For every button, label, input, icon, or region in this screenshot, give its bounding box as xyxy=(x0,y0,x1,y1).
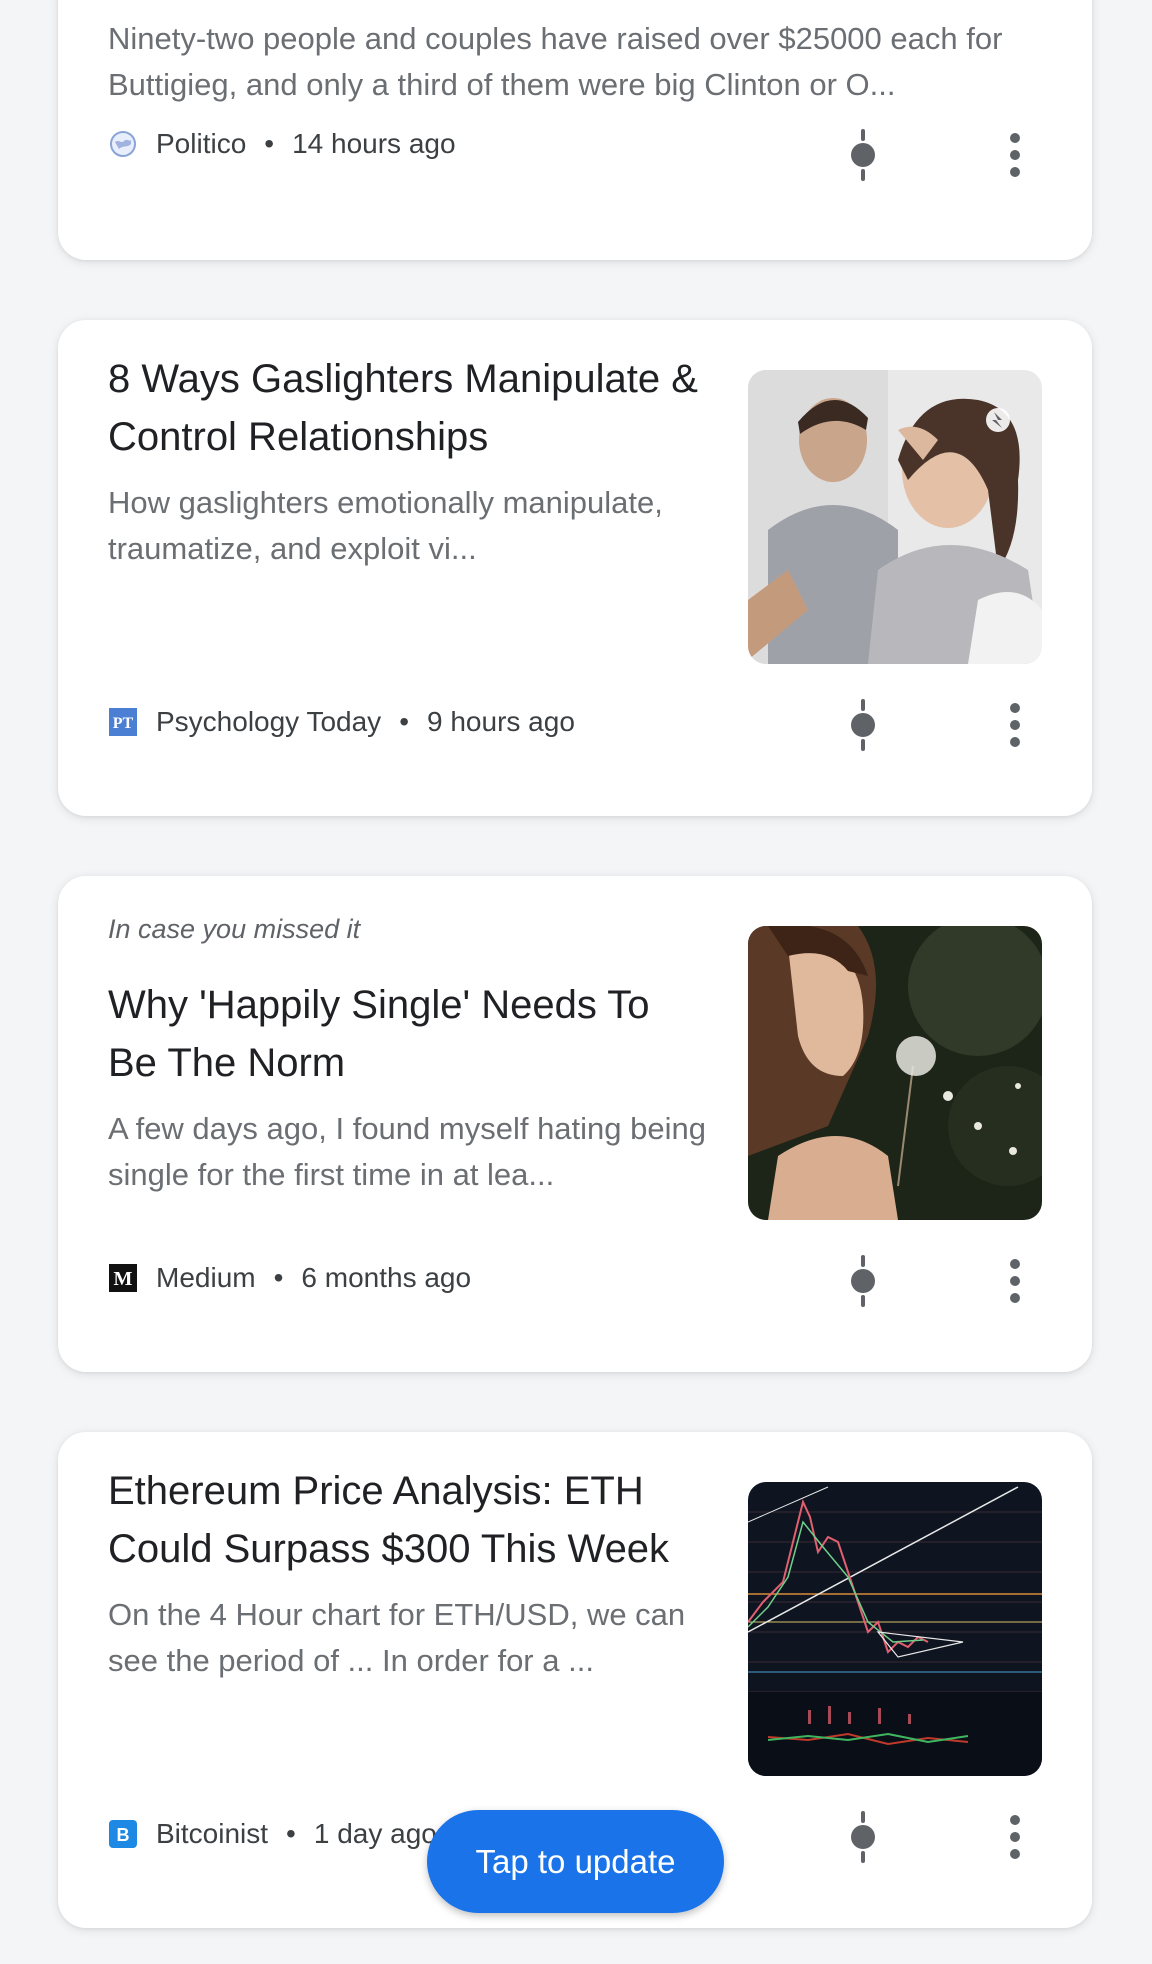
more-vert-icon xyxy=(1010,133,1020,177)
article-card[interactable]: 8 Ways Gaslighters Manipulate & Control … xyxy=(58,320,1092,816)
pin-button[interactable] xyxy=(838,1246,888,1316)
article-card[interactable]: In case you missed it Why 'Happily Singl… xyxy=(58,876,1092,1372)
source-name[interactable]: Bitcoinist xyxy=(156,1818,268,1850)
svg-text:PT: PT xyxy=(113,715,134,732)
svg-text:B: B xyxy=(117,1825,130,1845)
more-options-button[interactable] xyxy=(990,1246,1040,1316)
source-name[interactable]: Politico xyxy=(156,128,246,160)
article-snippet: How gaslighters emotionally manipulate, … xyxy=(108,485,663,566)
article-snippet: Ninety-two people and couples have raise… xyxy=(108,21,1003,102)
article-meta: M Medium • 6 months ago xyxy=(108,1262,471,1294)
more-vert-icon xyxy=(1010,703,1020,747)
more-vert-icon xyxy=(1010,1815,1020,1859)
article-meta: Politico • 14 hours ago xyxy=(108,128,456,160)
psychology-today-logo: PT xyxy=(108,707,138,737)
article-thumbnail[interactable] xyxy=(748,1482,1042,1776)
article-meta: PT Psychology Today • 9 hours ago xyxy=(108,706,575,738)
meta-separator: • xyxy=(273,1262,284,1293)
svg-text:M: M xyxy=(114,1268,133,1290)
pin-icon xyxy=(851,699,875,751)
publish-time: 1 day ago xyxy=(313,1818,437,1849)
pin-icon xyxy=(851,129,875,181)
meta-separator: • xyxy=(286,1818,296,1849)
publish-time: 14 hours ago xyxy=(292,128,456,159)
pin-icon xyxy=(851,1811,875,1863)
more-vert-icon xyxy=(1010,1259,1020,1303)
pin-button[interactable] xyxy=(838,120,888,190)
article-snippet: A few days ago, I found myself hating be… xyxy=(108,1111,706,1192)
pin-icon xyxy=(851,1255,875,1307)
more-options-button[interactable] xyxy=(990,120,1040,190)
more-options-button[interactable] xyxy=(990,1802,1040,1872)
meta-separator: • xyxy=(264,128,275,159)
article-title[interactable]: Ethereum Price Analysis: ETH Could Surpa… xyxy=(108,1462,708,1578)
article-thumbnail[interactable] xyxy=(748,926,1042,1220)
article-meta: B Bitcoinist • 1 day ago xyxy=(108,1818,437,1850)
article-snippet: On the 4 Hour chart for ETH/USD, we can … xyxy=(108,1597,686,1678)
source-name[interactable]: Psychology Today xyxy=(156,706,381,738)
more-options-button[interactable] xyxy=(990,690,1040,760)
news-feed: Ninety-two people and couples have raise… xyxy=(0,0,1152,1964)
article-thumbnail[interactable] xyxy=(748,370,1042,664)
publish-time: 9 hours ago xyxy=(427,706,575,737)
globe-icon xyxy=(108,129,138,159)
article-title[interactable]: 8 Ways Gaslighters Manipulate & Control … xyxy=(108,350,708,466)
medium-logo: M xyxy=(108,1263,138,1293)
pin-button[interactable] xyxy=(838,1802,888,1872)
source-name[interactable]: Medium xyxy=(156,1262,256,1294)
pin-button[interactable] xyxy=(838,690,888,760)
article-card[interactable]: Ninety-two people and couples have raise… xyxy=(58,0,1092,260)
article-title[interactable]: Why 'Happily Single' Needs To Be The Nor… xyxy=(108,976,708,1092)
publish-time: 6 months ago xyxy=(301,1262,472,1293)
bitcoinist-logo: B xyxy=(108,1819,138,1849)
tap-to-update-button[interactable]: Tap to update xyxy=(427,1810,724,1913)
meta-separator: • xyxy=(399,706,409,737)
article-kicker: In case you missed it xyxy=(108,914,361,944)
